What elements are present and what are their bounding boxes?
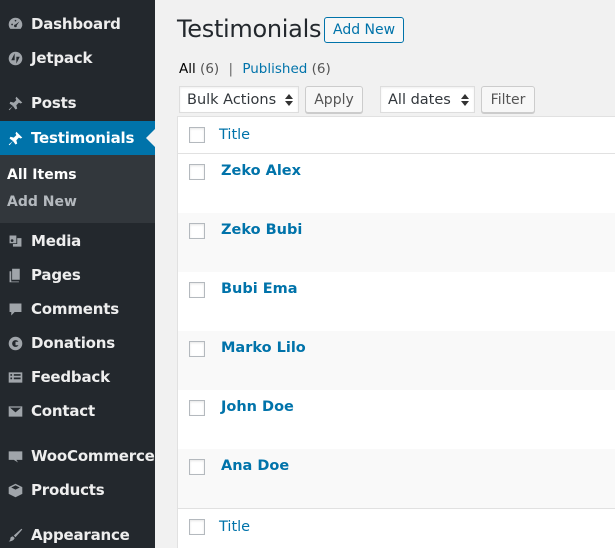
menu-label: Comments <box>31 300 119 318</box>
menu-label: Appearance <box>31 526 130 544</box>
dashboard-icon <box>0 7 30 41</box>
page-title: Testimonials <box>177 15 322 43</box>
menu-label: Media <box>31 232 82 250</box>
pages-icon <box>0 258 30 292</box>
filter-published-count: (6) <box>311 61 331 77</box>
submenu-add-new[interactable]: Add New <box>7 194 77 210</box>
menu-label: WooCommerce <box>31 447 155 465</box>
table-header: Title <box>178 117 615 154</box>
media-icon <box>0 224 30 258</box>
row-title-link[interactable]: Bubi Ema <box>221 281 298 297</box>
main-content: Testimonials Add New All (6) | Published… <box>155 0 615 548</box>
select-all-checkbox[interactable] <box>189 127 205 143</box>
row-title-link[interactable]: Marko Lilo <box>221 340 306 356</box>
menu-label: Pages <box>31 266 81 284</box>
bulk-actions-value: Bulk Actions <box>187 91 277 108</box>
filter-button[interactable]: Filter <box>481 86 535 113</box>
filter-all-count: (6) <box>200 61 220 77</box>
bulk-actions-select[interactable]: Bulk Actions <box>179 86 299 113</box>
menu-item-feedback[interactable]: Feedback <box>0 360 155 394</box>
menu-item-donations[interactable]: Donations <box>0 326 155 360</box>
menu-item-products[interactable]: Products <box>0 473 155 507</box>
mail-icon <box>0 394 30 428</box>
menu-item-comments[interactable]: Comments <box>0 292 155 326</box>
table-row: Bubi Ema <box>178 272 615 331</box>
jetpack-icon <box>0 41 30 75</box>
filter-all-link[interactable]: All <box>179 61 196 77</box>
menu-item-testimonials[interactable]: Testimonials <box>0 121 155 155</box>
table-row: Zeko Alex <box>178 154 615 213</box>
admin-sidebar: Dashboard Jetpack Posts Testimonials All… <box>0 0 155 548</box>
title-column-header[interactable]: Title <box>219 127 250 143</box>
row-checkbox[interactable] <box>189 282 205 298</box>
donations-icon <box>0 326 30 360</box>
comments-icon <box>0 292 30 326</box>
filter-separator: | <box>228 61 234 77</box>
testimonials-table: Title Zeko Alex Zeko Bubi Bubi Ema Marko… <box>177 116 615 548</box>
testimonials-submenu: All Items Add New <box>0 155 155 223</box>
menu-item-pages[interactable]: Pages <box>0 258 155 292</box>
pin-icon <box>0 86 30 120</box>
title-column-footer[interactable]: Title <box>219 519 250 535</box>
menu-label: Jetpack <box>31 49 93 67</box>
box-icon <box>0 473 30 507</box>
row-checkbox[interactable] <box>189 459 205 475</box>
row-title-link[interactable]: Ana Doe <box>221 458 289 474</box>
dates-select[interactable]: All dates <box>380 86 475 113</box>
menu-label: Testimonials <box>31 129 135 147</box>
row-checkbox[interactable] <box>189 223 205 239</box>
apply-button[interactable]: Apply <box>305 86 363 113</box>
table-footer: Title <box>178 508 615 545</box>
select-all-checkbox-footer[interactable] <box>189 519 205 535</box>
menu-label: Posts <box>31 94 77 112</box>
add-new-button[interactable]: Add New <box>324 17 405 43</box>
row-checkbox[interactable] <box>189 164 205 180</box>
menu-label: Dashboard <box>31 15 121 33</box>
row-checkbox[interactable] <box>189 341 205 357</box>
table-row: Ana Doe <box>178 449 615 508</box>
woo-icon <box>0 439 30 473</box>
row-checkbox[interactable] <box>189 400 205 416</box>
pin-icon <box>0 121 30 155</box>
menu-item-dashboard[interactable]: Dashboard <box>0 7 155 41</box>
select-caret-icon <box>285 94 293 106</box>
table-row: Marko Lilo <box>178 331 615 390</box>
brush-icon <box>0 518 30 548</box>
feedback-icon <box>0 360 30 394</box>
table-row: Zeko Bubi <box>178 213 615 272</box>
menu-item-jetpack[interactable]: Jetpack <box>0 41 155 75</box>
menu-item-appearance[interactable]: Appearance <box>0 518 155 548</box>
menu-item-woocommerce[interactable]: WooCommerce <box>0 439 155 473</box>
filter-published-link[interactable]: Published <box>242 61 307 77</box>
row-title-link[interactable]: Zeko Alex <box>221 163 301 179</box>
table-row: John Doe <box>178 390 615 449</box>
status-filter-links: All (6) | Published (6) <box>179 61 331 77</box>
row-title-link[interactable]: John Doe <box>221 399 294 415</box>
dates-value: All dates <box>388 91 451 108</box>
row-title-link[interactable]: Zeko Bubi <box>221 222 302 238</box>
menu-label: Feedback <box>31 368 110 386</box>
menu-item-posts[interactable]: Posts <box>0 86 155 120</box>
menu-label: Donations <box>31 334 115 352</box>
menu-item-media[interactable]: Media <box>0 224 155 258</box>
menu-label: Contact <box>31 402 95 420</box>
submenu-all-items[interactable]: All Items <box>7 167 77 183</box>
menu-item-contact[interactable]: Contact <box>0 394 155 428</box>
select-caret-icon <box>461 94 469 106</box>
menu-label: Products <box>31 481 105 499</box>
